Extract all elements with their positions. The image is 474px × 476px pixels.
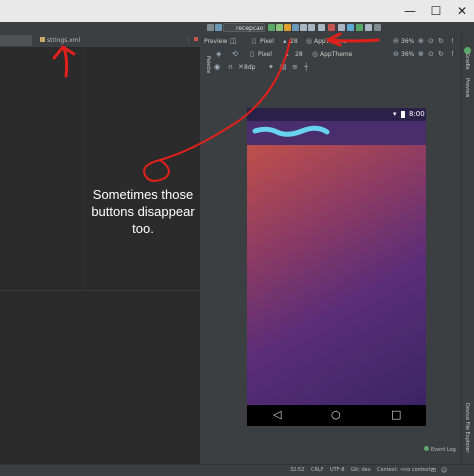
annotation-caption: Sometimes those buttons disappear too. bbox=[91, 187, 195, 236]
annotation-arrows bbox=[52, 32, 380, 182]
